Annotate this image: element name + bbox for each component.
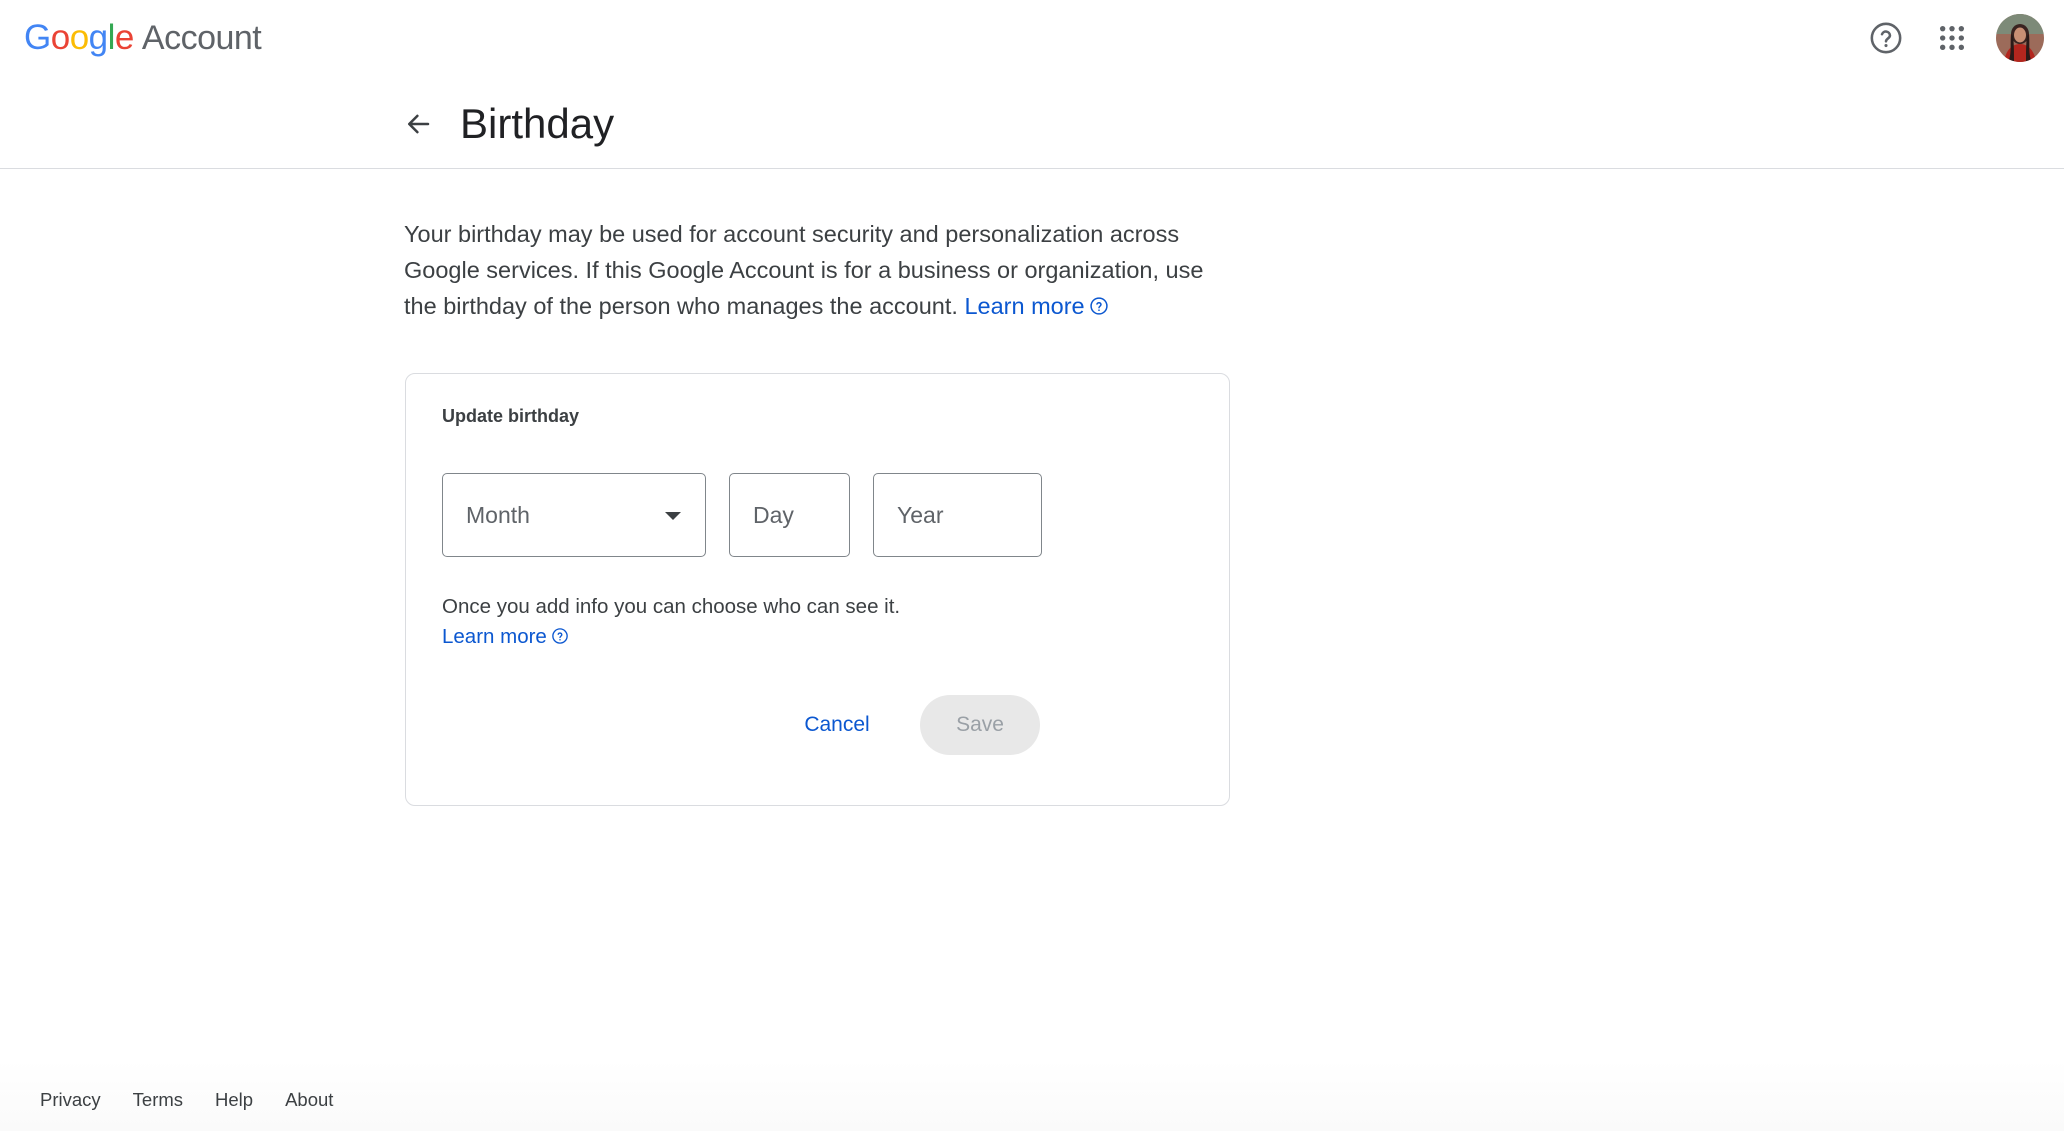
logo-letter: G [24, 18, 51, 57]
account-wordmark: Account [141, 18, 262, 57]
visibility-learn-more-link[interactable]: Learn more [442, 622, 569, 652]
card-title: Update birthday [442, 406, 580, 426]
page-header: Birthday [0, 88, 2064, 169]
avatar[interactable] [1996, 14, 2044, 62]
footer-link-terms[interactable]: Terms [133, 1089, 183, 1111]
top-bar: Google Account [0, 0, 2064, 76]
year-input[interactable]: Year [873, 473, 1042, 557]
page-title: Birthday [460, 100, 615, 147]
back-button[interactable] [396, 102, 440, 146]
logo-letter: o [50, 18, 70, 57]
year-placeholder: Year [897, 501, 944, 528]
footer: Privacy Terms Help About [0, 1060, 2064, 1131]
month-select[interactable]: Month [442, 473, 706, 557]
footer-link-privacy[interactable]: Privacy [40, 1089, 101, 1111]
google-apps-button[interactable] [1926, 12, 1978, 64]
visibility-info-text: Once you add info you can choose who can… [442, 595, 901, 618]
learn-more-label: Learn more [964, 293, 1085, 319]
google-wordmark: Google [24, 18, 134, 58]
footer-links: Privacy Terms Help About [40, 1089, 365, 1111]
help-circle-icon [1089, 297, 1108, 315]
learn-more-link[interactable]: Learn more [964, 293, 1108, 319]
google-account-logo[interactable]: Google Account [24, 14, 262, 62]
day-placeholder: Day [753, 501, 794, 528]
dropdown-arrow-icon [665, 512, 681, 520]
help-icon [1870, 22, 1902, 54]
logo-letter: o [69, 18, 89, 57]
month-placeholder: Month [466, 501, 530, 528]
logo-letter: e [114, 18, 134, 57]
footer-link-help[interactable]: Help [215, 1089, 253, 1111]
learn-more-label: Learn more [442, 625, 547, 648]
footer-link-about[interactable]: About [285, 1089, 333, 1111]
arrow-back-icon [408, 114, 430, 134]
birthday-description: Your birthday may be used for account se… [404, 216, 1240, 324]
cancel-button[interactable]: Cancel [783, 695, 891, 755]
top-bar-actions [1846, 12, 2044, 64]
update-birthday-card: Update birthday Month Day Year Once you … [405, 373, 1230, 806]
day-input[interactable]: Day [729, 473, 850, 557]
save-button[interactable]: Save [920, 695, 1040, 755]
profile-photo-icon [1996, 14, 2044, 62]
help-button[interactable] [1860, 12, 1912, 64]
apps-grid-icon [1939, 25, 1965, 51]
help-circle-icon [552, 627, 568, 644]
logo-letter: l [107, 18, 116, 57]
logo-letter: g [88, 18, 108, 57]
